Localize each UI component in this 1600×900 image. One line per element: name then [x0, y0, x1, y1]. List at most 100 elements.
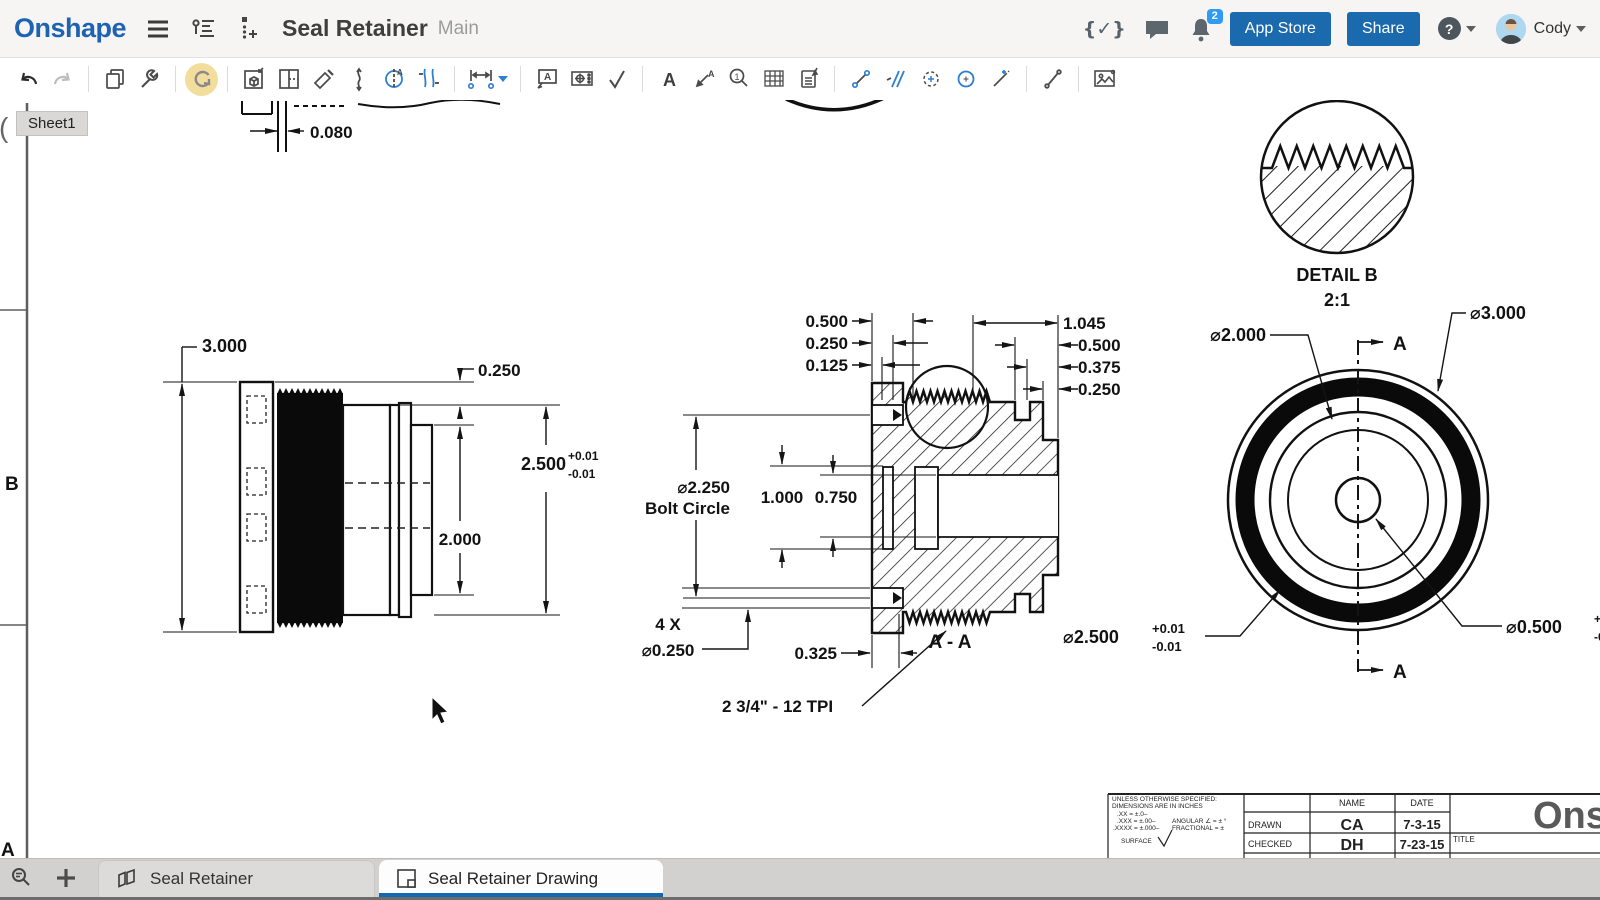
- sketch-circle-button[interactable]: [949, 63, 982, 96]
- tb-note-3: .XX = ±.0–: [1117, 811, 1148, 818]
- tab-drawing[interactable]: Seal Retainer Drawing: [379, 860, 663, 897]
- centerline-button[interactable]: [879, 63, 912, 96]
- text-icon: A: [657, 67, 681, 91]
- view-layout-button[interactable]: [272, 63, 305, 96]
- insert-image-button[interactable]: [1088, 63, 1121, 96]
- holes-dia[interactable]: ⌀0.250: [642, 641, 695, 660]
- surface-finish-button[interactable]: [600, 63, 633, 96]
- workspace-name[interactable]: Main: [438, 18, 479, 40]
- tb-col-date: DATE: [1410, 798, 1433, 808]
- chevron-down-icon: [1576, 26, 1586, 32]
- svg-text:1: 1: [734, 72, 739, 82]
- dim-2500[interactable]: 2.500: [521, 454, 566, 474]
- svg-text:A: A: [544, 72, 551, 83]
- section-dim-0325[interactable]: 0.325: [794, 644, 837, 663]
- bom-icon: [796, 66, 822, 92]
- section-dim-0500-left[interactable]: 0.500: [805, 312, 848, 331]
- version-control-button[interactable]: {✓}: [1083, 18, 1126, 40]
- tb-drawn-name: CA: [1340, 817, 1364, 834]
- detail-view-button[interactable]: 1: [722, 63, 755, 96]
- sketch-line-icon: [849, 67, 873, 91]
- dia-0500-tol-minus: -0.0: [1594, 630, 1600, 644]
- dim-3000[interactable]: 3.000: [202, 336, 247, 356]
- auxiliary-view-button[interactable]: [307, 63, 340, 96]
- thread-note[interactable]: 2 3/4" - 12 TPI: [722, 697, 833, 716]
- tab-drawing-label: Seal Retainer Drawing: [428, 869, 598, 889]
- surface-finish-icon: [605, 67, 629, 91]
- section-dim-0750[interactable]: 0.750: [815, 488, 858, 507]
- front-view[interactable]: 3.000 0.250 2.500 +0.01 -0.01 2.000: [163, 336, 599, 632]
- dia-3000[interactable]: ⌀3.000: [1470, 303, 1526, 323]
- callout-button[interactable]: [565, 63, 598, 96]
- leader-text-button[interactable]: A: [687, 63, 720, 96]
- dim-2000[interactable]: 2.000: [439, 530, 482, 549]
- share-button[interactable]: Share: [1347, 12, 1420, 46]
- sketch-line-button[interactable]: [844, 63, 877, 96]
- detail-view-b[interactable]: DETAIL B 2:1: [1258, 95, 1417, 310]
- text-button[interactable]: A: [652, 63, 685, 96]
- onshape-logo[interactable]: Onshape: [14, 13, 126, 44]
- section-dim-0125-left[interactable]: 0.125: [805, 356, 848, 375]
- notifications-button[interactable]: 2: [1188, 16, 1214, 42]
- drawing-sheet[interactable]: B A 0.080: [0, 0, 1600, 900]
- top-partial-view[interactable]: 0.080: [242, 101, 353, 152]
- image-icon: [1092, 66, 1118, 92]
- dia-2000[interactable]: ⌀2.000: [1210, 325, 1266, 345]
- versions-button[interactable]: [190, 16, 216, 42]
- dim-2500-tol-plus: +0.01: [568, 449, 599, 463]
- svg-text:A: A: [708, 69, 715, 79]
- update-views-button[interactable]: [185, 63, 218, 96]
- measure-button[interactable]: [1036, 63, 1069, 96]
- zone-letter-b: B: [5, 474, 19, 495]
- dimension-dropdown[interactable]: [498, 76, 508, 82]
- comments-button[interactable]: [1144, 17, 1170, 41]
- dia-2500[interactable]: ⌀2.500: [1063, 627, 1119, 647]
- bom-button[interactable]: [792, 63, 825, 96]
- section-dim-0500-right[interactable]: 0.500: [1078, 336, 1121, 355]
- add-tab-button[interactable]: [44, 859, 88, 897]
- wrench-icon: [138, 67, 162, 91]
- section-dim-0250-right[interactable]: 0.250: [1078, 380, 1121, 399]
- dim-0080[interactable]: 0.080: [310, 123, 353, 142]
- drawing-properties-button[interactable]: [133, 63, 166, 96]
- document-title[interactable]: Seal Retainer: [282, 15, 428, 42]
- dia-0500[interactable]: ⌀0.500: [1506, 617, 1562, 637]
- section-arrow-top-label: A: [1393, 334, 1407, 355]
- history-button[interactable]: [236, 15, 258, 43]
- tab-part-studio[interactable]: Seal Retainer: [98, 860, 375, 897]
- redo-icon: [51, 67, 75, 91]
- section-view[interactable]: 0.500 0.250 0.125 1.045 0.500 0.375 0.25…: [642, 312, 1121, 716]
- undo-button[interactable]: [11, 63, 44, 96]
- dim-0250-front[interactable]: 0.250: [478, 361, 521, 380]
- table-icon: [761, 66, 787, 92]
- app-store-button[interactable]: App Store: [1230, 12, 1331, 46]
- note-button[interactable]: A: [530, 63, 563, 96]
- tb-drawn-date: 7-3-15: [1403, 817, 1441, 832]
- sheet-tab-label[interactable]: Sheet1: [16, 111, 88, 136]
- sketch-trim-button[interactable]: [984, 63, 1017, 96]
- dia-2500-tol-plus: +0.01: [1152, 621, 1185, 636]
- main-menu-button[interactable]: [146, 17, 170, 41]
- trim-icon: [989, 67, 1013, 91]
- section-dim-0250-left[interactable]: 0.250: [805, 334, 848, 353]
- insert-view-button[interactable]: [237, 63, 270, 96]
- section-dim-1000[interactable]: 1.000: [761, 488, 804, 507]
- break-line-button[interactable]: [342, 63, 375, 96]
- sheet-properties-button[interactable]: [98, 63, 131, 96]
- user-menu[interactable]: Cody: [1534, 20, 1571, 38]
- redo-button[interactable]: [46, 63, 79, 96]
- end-view[interactable]: A A ⌀2.000 ⌀3.000 ⌀2.500 +0.01 -0.01 ⌀0.…: [1063, 303, 1600, 683]
- section-dim-1045[interactable]: 1.045: [1063, 314, 1106, 333]
- avatar[interactable]: [1496, 14, 1526, 44]
- table-button[interactable]: [757, 63, 790, 96]
- search-tabs-button[interactable]: [0, 859, 44, 897]
- drawing-sheet-icon: [395, 867, 419, 891]
- holes-count[interactable]: 4 X: [655, 615, 681, 634]
- help-menu-button[interactable]: ?: [1438, 17, 1476, 40]
- center-mark-button[interactable]: [914, 63, 947, 96]
- bolt-circle-dia[interactable]: ⌀2.250: [677, 478, 730, 497]
- section-dim-0375[interactable]: 0.375: [1078, 358, 1121, 377]
- dimension-button[interactable]: [464, 63, 497, 96]
- section-view-button[interactable]: A: [377, 63, 410, 96]
- broken-view-button[interactable]: [412, 63, 445, 96]
